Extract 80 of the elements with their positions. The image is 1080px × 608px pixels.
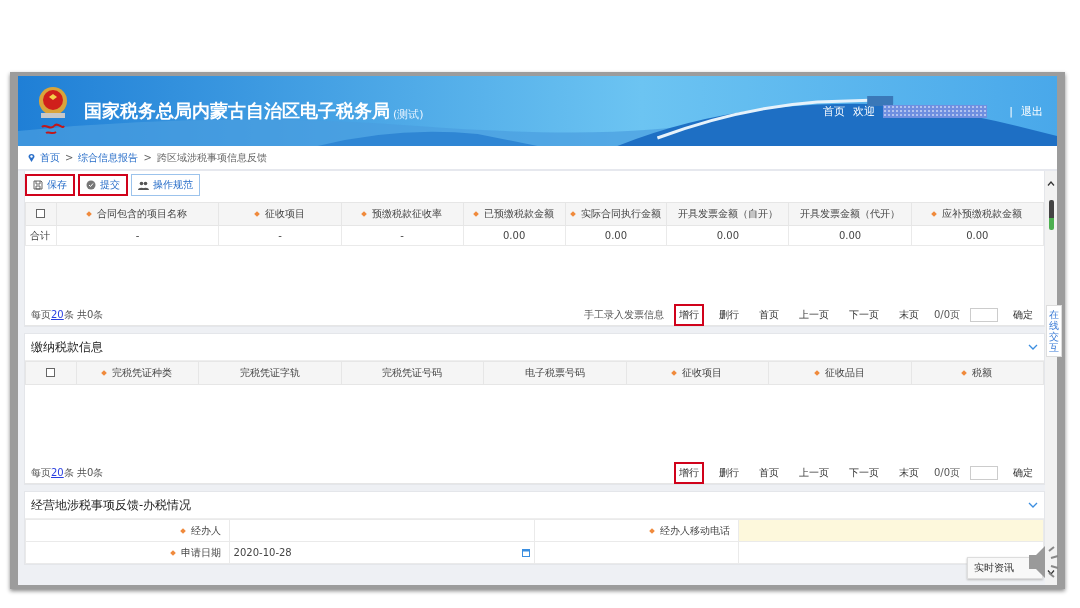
form-label: 经办人 <box>190 524 221 536</box>
guide-button[interactable]: 操作规范 <box>131 174 200 196</box>
form-label: 申请日期 <box>180 546 221 558</box>
nav-link[interactable]: 首页 <box>823 103 846 119</box>
table-cell: 0.00 <box>911 225 1044 246</box>
breadcrumb-link[interactable]: 首页 <box>40 150 60 165</box>
table-cell: - <box>218 225 342 246</box>
pager-button[interactable]: 上一页 <box>793 461 834 484</box>
confirm-button[interactable]: 确定 <box>1008 461 1038 484</box>
online-chat-tab[interactable]: 在线交互 <box>1046 305 1062 357</box>
column-header: 征收项目 <box>682 367 723 378</box>
confirm-button[interactable]: 确定 <box>1008 303 1038 326</box>
chevron-down-icon[interactable] <box>1028 344 1038 350</box>
scroll-up-icon[interactable] <box>1047 181 1055 186</box>
scroll-down-icon[interactable] <box>1047 570 1055 575</box>
breadcrumb-current: 跨区域涉税事项信息反馈 <box>156 150 267 165</box>
chevron-down-icon[interactable] <box>1028 502 1038 508</box>
pager-button[interactable]: 下一页 <box>843 461 884 484</box>
nav-separator: | <box>1009 104 1013 118</box>
table-cell: - <box>341 225 464 246</box>
table-cell: 0.00 <box>565 225 667 246</box>
pager-button[interactable]: 末页 <box>893 303 924 326</box>
table-cell: 0.00 <box>666 225 789 246</box>
manual-entry-label: 手工录入发票信息 <box>583 307 664 322</box>
title-suffix: (测试) <box>393 106 424 122</box>
pager-button[interactable]: 增行 <box>673 461 704 484</box>
table-cell: 0.00 <box>788 225 912 246</box>
people-icon <box>138 180 149 190</box>
pager-button[interactable]: 上一页 <box>793 303 834 326</box>
site-title: 国家税务总局内蒙古自治区电子税务局 <box>84 99 390 123</box>
column-header: 开具发票金额（代开） <box>800 208 901 219</box>
pager-button[interactable]: 首页 <box>753 461 784 484</box>
pager-button[interactable]: 末页 <box>893 461 924 484</box>
column-header: 完税凭证种类 <box>112 367 173 378</box>
calendar-icon <box>522 548 530 557</box>
column-header: 应补预缴税款金额 <box>942 208 1023 219</box>
scrollbar-thumb[interactable] <box>1048 200 1054 230</box>
pager-button[interactable]: 首页 <box>753 303 784 326</box>
nav-link[interactable]: 欢迎 <box>853 103 876 119</box>
checkbox[interactable] <box>36 208 46 218</box>
page-size-link[interactable]: 20 <box>51 466 64 478</box>
page-input[interactable] <box>970 465 998 480</box>
table-cell: 0.00 <box>463 225 565 246</box>
check-circle-icon <box>86 180 96 190</box>
column-header: 税额 <box>972 367 993 378</box>
section-title: 经营地涉税事项反馈-办税情况 <box>31 497 192 513</box>
column-header: 开具发票金额（自开） <box>677 208 778 219</box>
page-size-text: 每页20条 共0条 <box>31 307 104 322</box>
column-header: 预缴税款征收率 <box>372 208 443 219</box>
location-pin-icon <box>28 153 35 162</box>
save-icon <box>33 180 43 190</box>
page-info: 0/0页 <box>933 465 960 480</box>
submit-button[interactable]: 提交 <box>78 174 128 196</box>
column-header: 征收项目 <box>265 208 305 219</box>
column-header: 实际合同执行金额 <box>580 208 661 219</box>
column-header: 合同包含的项目名称 <box>97 208 188 219</box>
column-header: 完税凭证号码 <box>382 367 443 378</box>
text-field[interactable] <box>738 519 1044 542</box>
column-header: 电子税票号码 <box>524 367 585 378</box>
column-header: 已预缴税款金额 <box>484 208 555 219</box>
breadcrumb-separator: > <box>143 152 152 163</box>
form-label: 经办人移动电话 <box>659 524 730 536</box>
page-info: 0/0页 <box>933 307 960 322</box>
page-size-text: 每页20条 共0条 <box>31 465 104 480</box>
pager-button[interactable]: 删行 <box>713 303 744 326</box>
checkbox[interactable] <box>46 367 56 377</box>
pager-button[interactable]: 删行 <box>713 461 744 484</box>
pager-button[interactable]: 增行 <box>673 303 704 326</box>
save-button[interactable]: 保存 <box>25 174 75 196</box>
section-title: 缴纳税款信息 <box>31 339 103 355</box>
pager-button[interactable]: 下一页 <box>843 303 884 326</box>
page-size-link[interactable]: 20 <box>51 308 64 320</box>
breadcrumb-link[interactable]: 综合信息报告 <box>78 150 139 165</box>
column-header: 完税凭证字轨 <box>239 367 300 378</box>
column-header: 征收品目 <box>824 367 865 378</box>
breadcrumb-separator: > <box>65 152 74 163</box>
table-cell: - <box>56 225 219 246</box>
date-field[interactable]: 2020-10-28 <box>229 541 535 564</box>
table-cell: 合计 <box>25 225 57 246</box>
page-input[interactable] <box>970 307 998 322</box>
